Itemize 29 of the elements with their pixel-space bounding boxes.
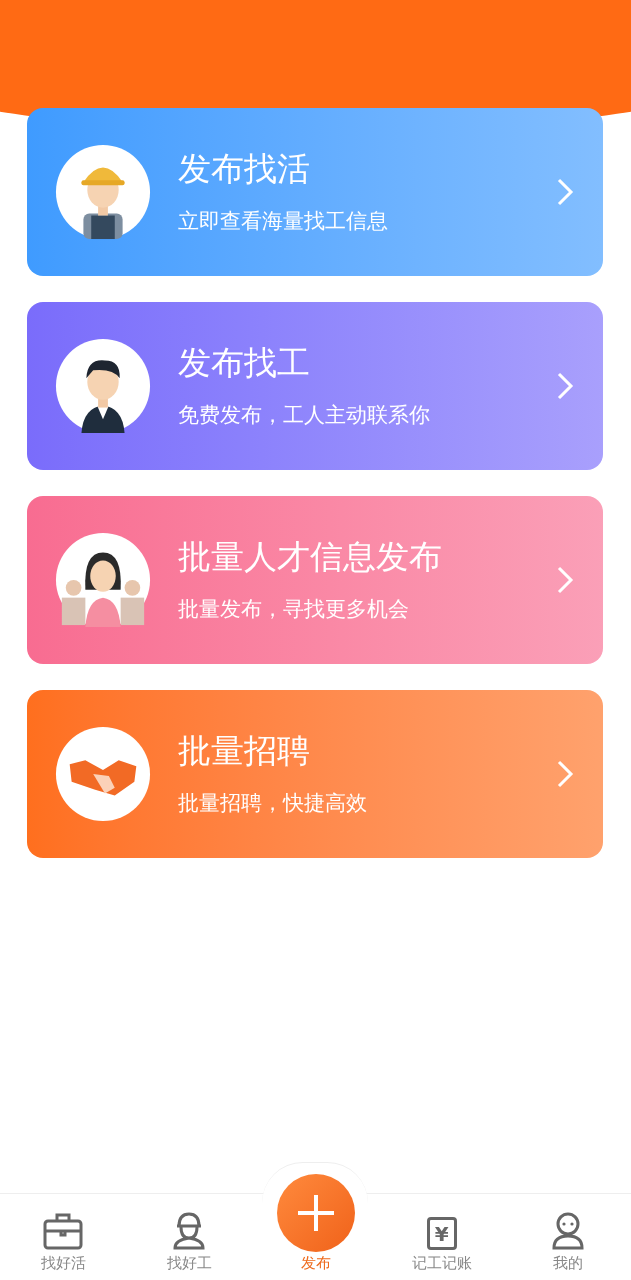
card-title: 批量人才信息发布: [178, 537, 443, 577]
chevron-right-icon: [555, 759, 575, 789]
publish-card[interactable]: 发布找活 立即查看海量找工信息: [27, 108, 603, 276]
card-subtitle: 立即查看海量找工信息: [178, 208, 389, 235]
chevron-right-icon: [555, 177, 575, 207]
card-title: 发布找活: [178, 149, 311, 189]
publish-card[interactable]: 发布找工 免费发布，工人主动联系你: [27, 302, 603, 470]
chevron-right-icon: [555, 565, 575, 595]
card-subtitle: 批量发布，寻找更多机会: [178, 596, 410, 623]
briefcase-icon: [43, 1212, 84, 1250]
card-title: 发布找工: [178, 343, 311, 383]
avatar-icon: [54, 531, 152, 629]
tab-bar-item[interactable]: 发布: [252, 1162, 379, 1280]
worker-icon: [172, 1212, 207, 1250]
user-icon: [550, 1212, 585, 1250]
tab-bar-item[interactable]: 找好工: [126, 1194, 253, 1280]
card-subtitle: 批量招聘，快捷高效: [178, 790, 368, 817]
publish-card[interactable]: 批量人才信息发布 批量发布，寻找更多机会: [27, 496, 603, 664]
chevron-right-icon: [555, 371, 575, 401]
publish-card[interactable]: 批量招聘 批量招聘，快捷高效: [27, 690, 603, 858]
ledger-icon: ¥: [426, 1217, 457, 1250]
card-subtitle: 免费发布，工人主动联系你: [178, 402, 431, 429]
card-title: 批量招聘: [178, 731, 311, 771]
tab-bar-item[interactable]: 找好活: [0, 1194, 127, 1280]
avatar-icon: [54, 143, 152, 241]
tab-bar-item[interactable]: 我的: [504, 1194, 631, 1280]
handshake-icon: [54, 725, 152, 823]
tab-bar-item[interactable]: ¥ 记工记账: [378, 1194, 505, 1280]
avatar-icon: [54, 337, 152, 435]
